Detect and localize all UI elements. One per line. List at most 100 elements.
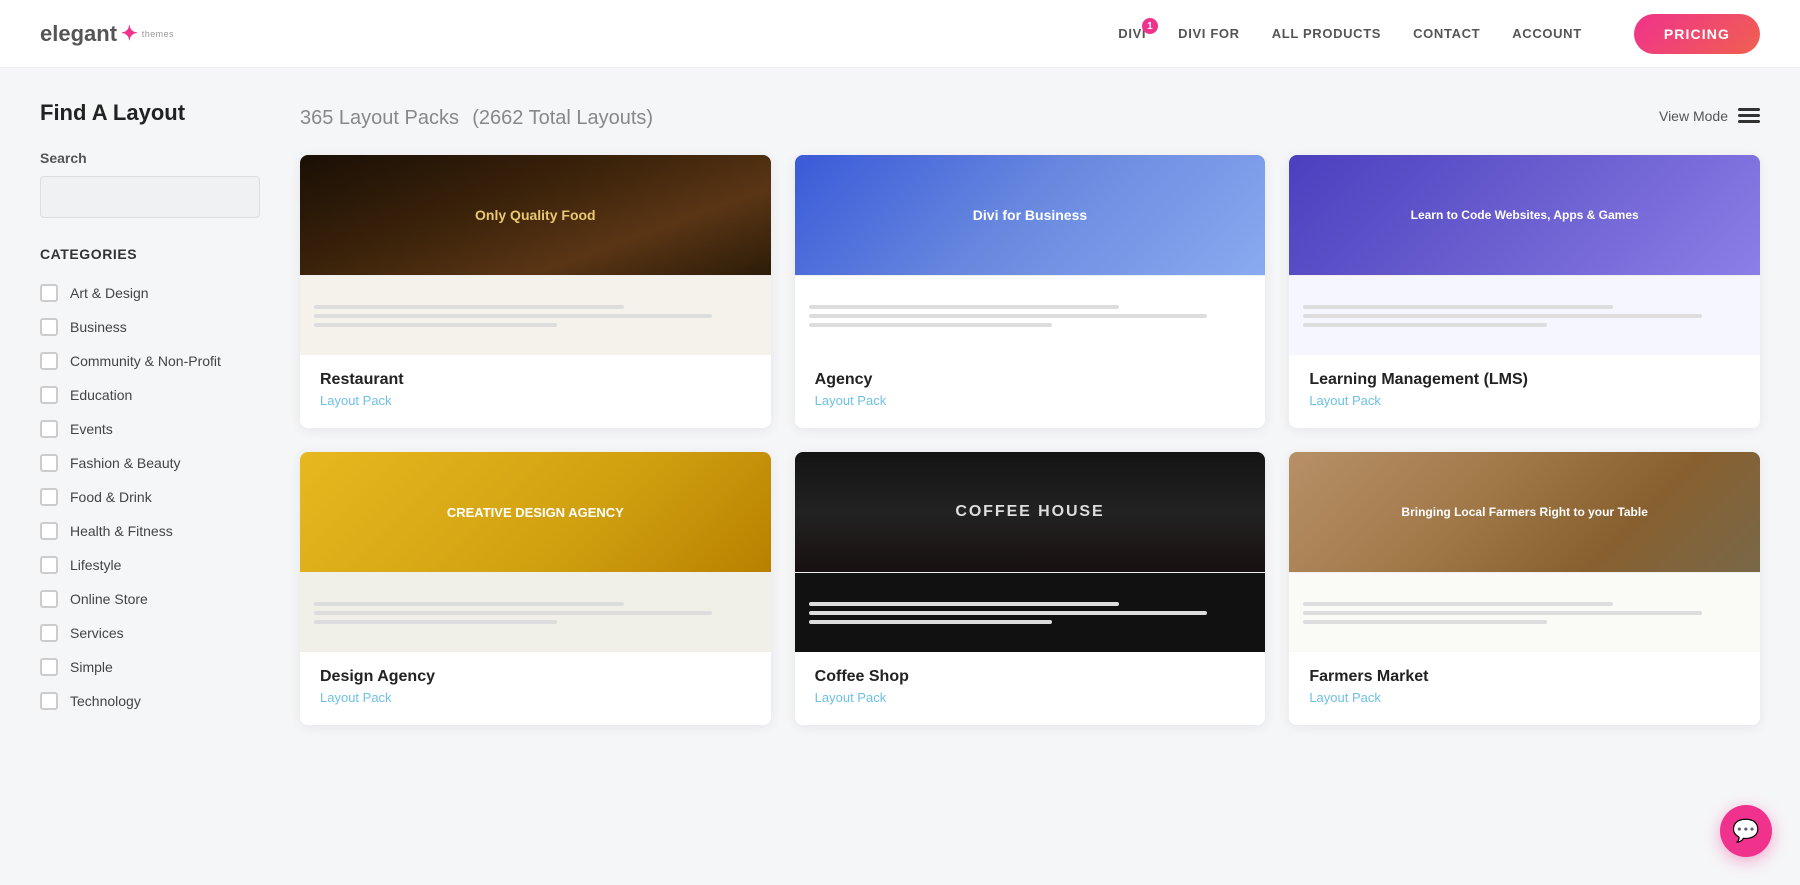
card-subtitle-restaurant: Layout Pack — [320, 393, 751, 408]
category-item-food-drink[interactable]: Food & Drink — [40, 480, 260, 514]
card-image-bottom — [300, 572, 771, 652]
category-item-health-fitness[interactable]: Health & Fitness — [40, 514, 260, 548]
category-checkbox-events[interactable] — [40, 420, 58, 438]
category-checkbox-technology[interactable] — [40, 692, 58, 710]
categories-list: Art & Design Business Community & Non-Pr… — [40, 276, 260, 718]
card-image-top: Learn to Code Websites, Apps & Games — [1289, 155, 1760, 275]
category-checkbox-health-fitness[interactable] — [40, 522, 58, 540]
card-image-top: Bringing Local Farmers Right to your Tab… — [1289, 452, 1760, 572]
nav-item-divi-for[interactable]: DIVI FOR — [1178, 26, 1240, 41]
category-item-lifestyle[interactable]: Lifestyle — [40, 548, 260, 582]
header: elegant ✦ themes DIVI 1 DIVI FOR ALL PRO… — [0, 0, 1800, 68]
category-label-online-store: Online Store — [70, 591, 148, 607]
card-image-top: CREATIVE DESIGN AGENCY — [300, 452, 771, 572]
logo[interactable]: elegant ✦ themes — [40, 21, 174, 47]
category-item-fashion-beauty[interactable]: Fashion & Beauty — [40, 446, 260, 480]
card-title-restaurant: Restaurant — [320, 371, 751, 389]
category-checkbox-online-store[interactable] — [40, 590, 58, 608]
categories-title: Categories — [40, 246, 260, 262]
category-item-community[interactable]: Community & Non-Profit — [40, 344, 260, 378]
divi-badge: 1 — [1142, 18, 1158, 34]
category-item-services[interactable]: Services — [40, 616, 260, 650]
logo-name: elegant — [40, 21, 117, 47]
card-info-lms: Learning Management (LMS) Layout Pack — [1289, 355, 1760, 428]
card-title-lms: Learning Management (LMS) — [1309, 371, 1740, 389]
category-label-art-design: Art & Design — [70, 285, 149, 301]
layout-count: 365 Layout Packs (2662 Total Layouts) — [300, 100, 653, 131]
card-image-bottom — [795, 275, 1266, 355]
category-item-events[interactable]: Events — [40, 412, 260, 446]
view-mode-label: View Mode — [1659, 108, 1728, 124]
card-title-agency: Agency — [815, 371, 1246, 389]
logo-text: elegant ✦ themes — [40, 21, 174, 47]
logo-star-icon: ✦ — [121, 21, 138, 46]
layout-count-total: (2662 Total Layouts) — [472, 107, 653, 129]
search-input[interactable] — [40, 176, 260, 218]
layout-card-lms[interactable]: Learn to Code Websites, Apps & Games Lea… — [1289, 155, 1760, 428]
nav-item-divi[interactable]: DIVI 1 — [1118, 26, 1146, 41]
card-image-top: Divi for Business — [795, 155, 1266, 275]
card-image-lms: Learn to Code Websites, Apps & Games — [1289, 155, 1760, 355]
nav-links: DIVI 1 DIVI FOR ALL PRODUCTS CONTACT ACC… — [1118, 14, 1760, 54]
card-info-restaurant: Restaurant Layout Pack — [300, 355, 771, 428]
category-label-education: Education — [70, 387, 132, 403]
category-checkbox-business[interactable] — [40, 318, 58, 336]
chat-bubble[interactable]: 💬 — [1720, 805, 1772, 857]
card-subtitle-farmers-market: Layout Pack — [1309, 690, 1740, 705]
category-item-online-store[interactable]: Online Store — [40, 582, 260, 616]
category-item-art-design[interactable]: Art & Design — [40, 276, 260, 310]
card-title-farmers-market: Farmers Market — [1309, 668, 1740, 686]
card-image-bottom — [300, 275, 771, 355]
card-subtitle-lms: Layout Pack — [1309, 393, 1740, 408]
card-image-design-agency: CREATIVE DESIGN AGENCY — [300, 452, 771, 652]
category-checkbox-fashion-beauty[interactable] — [40, 454, 58, 472]
category-label-food-drink: Food & Drink — [70, 489, 152, 505]
card-title-design-agency: Design Agency — [320, 668, 751, 686]
category-checkbox-art-design[interactable] — [40, 284, 58, 302]
category-checkbox-community[interactable] — [40, 352, 58, 370]
category-label-technology: Technology — [70, 693, 141, 709]
card-image-top: COFFEE HOUSE — [795, 452, 1266, 572]
category-label-health-fitness: Health & Fitness — [70, 523, 173, 539]
category-item-education[interactable]: Education — [40, 378, 260, 412]
card-title-coffee-shop: Coffee Shop — [815, 668, 1246, 686]
nav-item-contact[interactable]: CONTACT — [1413, 26, 1480, 41]
layout-card-design-agency[interactable]: CREATIVE DESIGN AGENCY Design Agency Lay… — [300, 452, 771, 725]
category-checkbox-services[interactable] — [40, 624, 58, 642]
card-info-coffee-shop: Coffee Shop Layout Pack — [795, 652, 1266, 725]
nav-item-all-products[interactable]: ALL PRODUCTS — [1272, 26, 1381, 41]
layout-card-restaurant[interactable]: Only Quality Food Restaurant Layout Pack — [300, 155, 771, 428]
card-image-bottom — [1289, 572, 1760, 652]
search-label: Search — [40, 150, 260, 166]
category-label-business: Business — [70, 319, 127, 335]
pricing-button[interactable]: PRICING — [1634, 14, 1760, 54]
category-item-simple[interactable]: Simple — [40, 650, 260, 684]
card-image-bottom — [1289, 275, 1760, 355]
category-checkbox-simple[interactable] — [40, 658, 58, 676]
layout-card-coffee-shop[interactable]: COFFEE HOUSE Coffee Shop Layout Pack — [795, 452, 1266, 725]
category-checkbox-lifestyle[interactable] — [40, 556, 58, 574]
card-info-agency: Agency Layout Pack — [795, 355, 1266, 428]
card-image-restaurant: Only Quality Food — [300, 155, 771, 355]
category-label-services: Services — [70, 625, 124, 641]
view-mode-toggle[interactable]: View Mode — [1659, 107, 1760, 125]
sidebar: Find A Layout Search Categories Art & De… — [40, 100, 260, 725]
layout-card-farmers-market[interactable]: Bringing Local Farmers Right to your Tab… — [1289, 452, 1760, 725]
card-image-agency: Divi for Business — [795, 155, 1266, 355]
category-label-simple: Simple — [70, 659, 113, 675]
card-subtitle-design-agency: Layout Pack — [320, 690, 751, 705]
card-subtitle-coffee-shop: Layout Pack — [815, 690, 1246, 705]
category-checkbox-food-drink[interactable] — [40, 488, 58, 506]
layout-grid: Only Quality Food Restaurant Layout Pack… — [300, 155, 1760, 725]
card-subtitle-agency: Layout Pack — [815, 393, 1246, 408]
category-item-business[interactable]: Business — [40, 310, 260, 344]
layout-card-agency[interactable]: Divi for Business Agency Layout Pack — [795, 155, 1266, 428]
card-image-farmers-market: Bringing Local Farmers Right to your Tab… — [1289, 452, 1760, 652]
nav-item-account[interactable]: ACCOUNT — [1512, 26, 1582, 41]
category-item-technology[interactable]: Technology — [40, 684, 260, 718]
layout-count-number: 365 Layout Packs — [300, 107, 459, 129]
sidebar-title: Find A Layout — [40, 100, 260, 126]
view-mode-icon — [1738, 107, 1760, 125]
card-info-farmers-market: Farmers Market Layout Pack — [1289, 652, 1760, 725]
category-checkbox-education[interactable] — [40, 386, 58, 404]
